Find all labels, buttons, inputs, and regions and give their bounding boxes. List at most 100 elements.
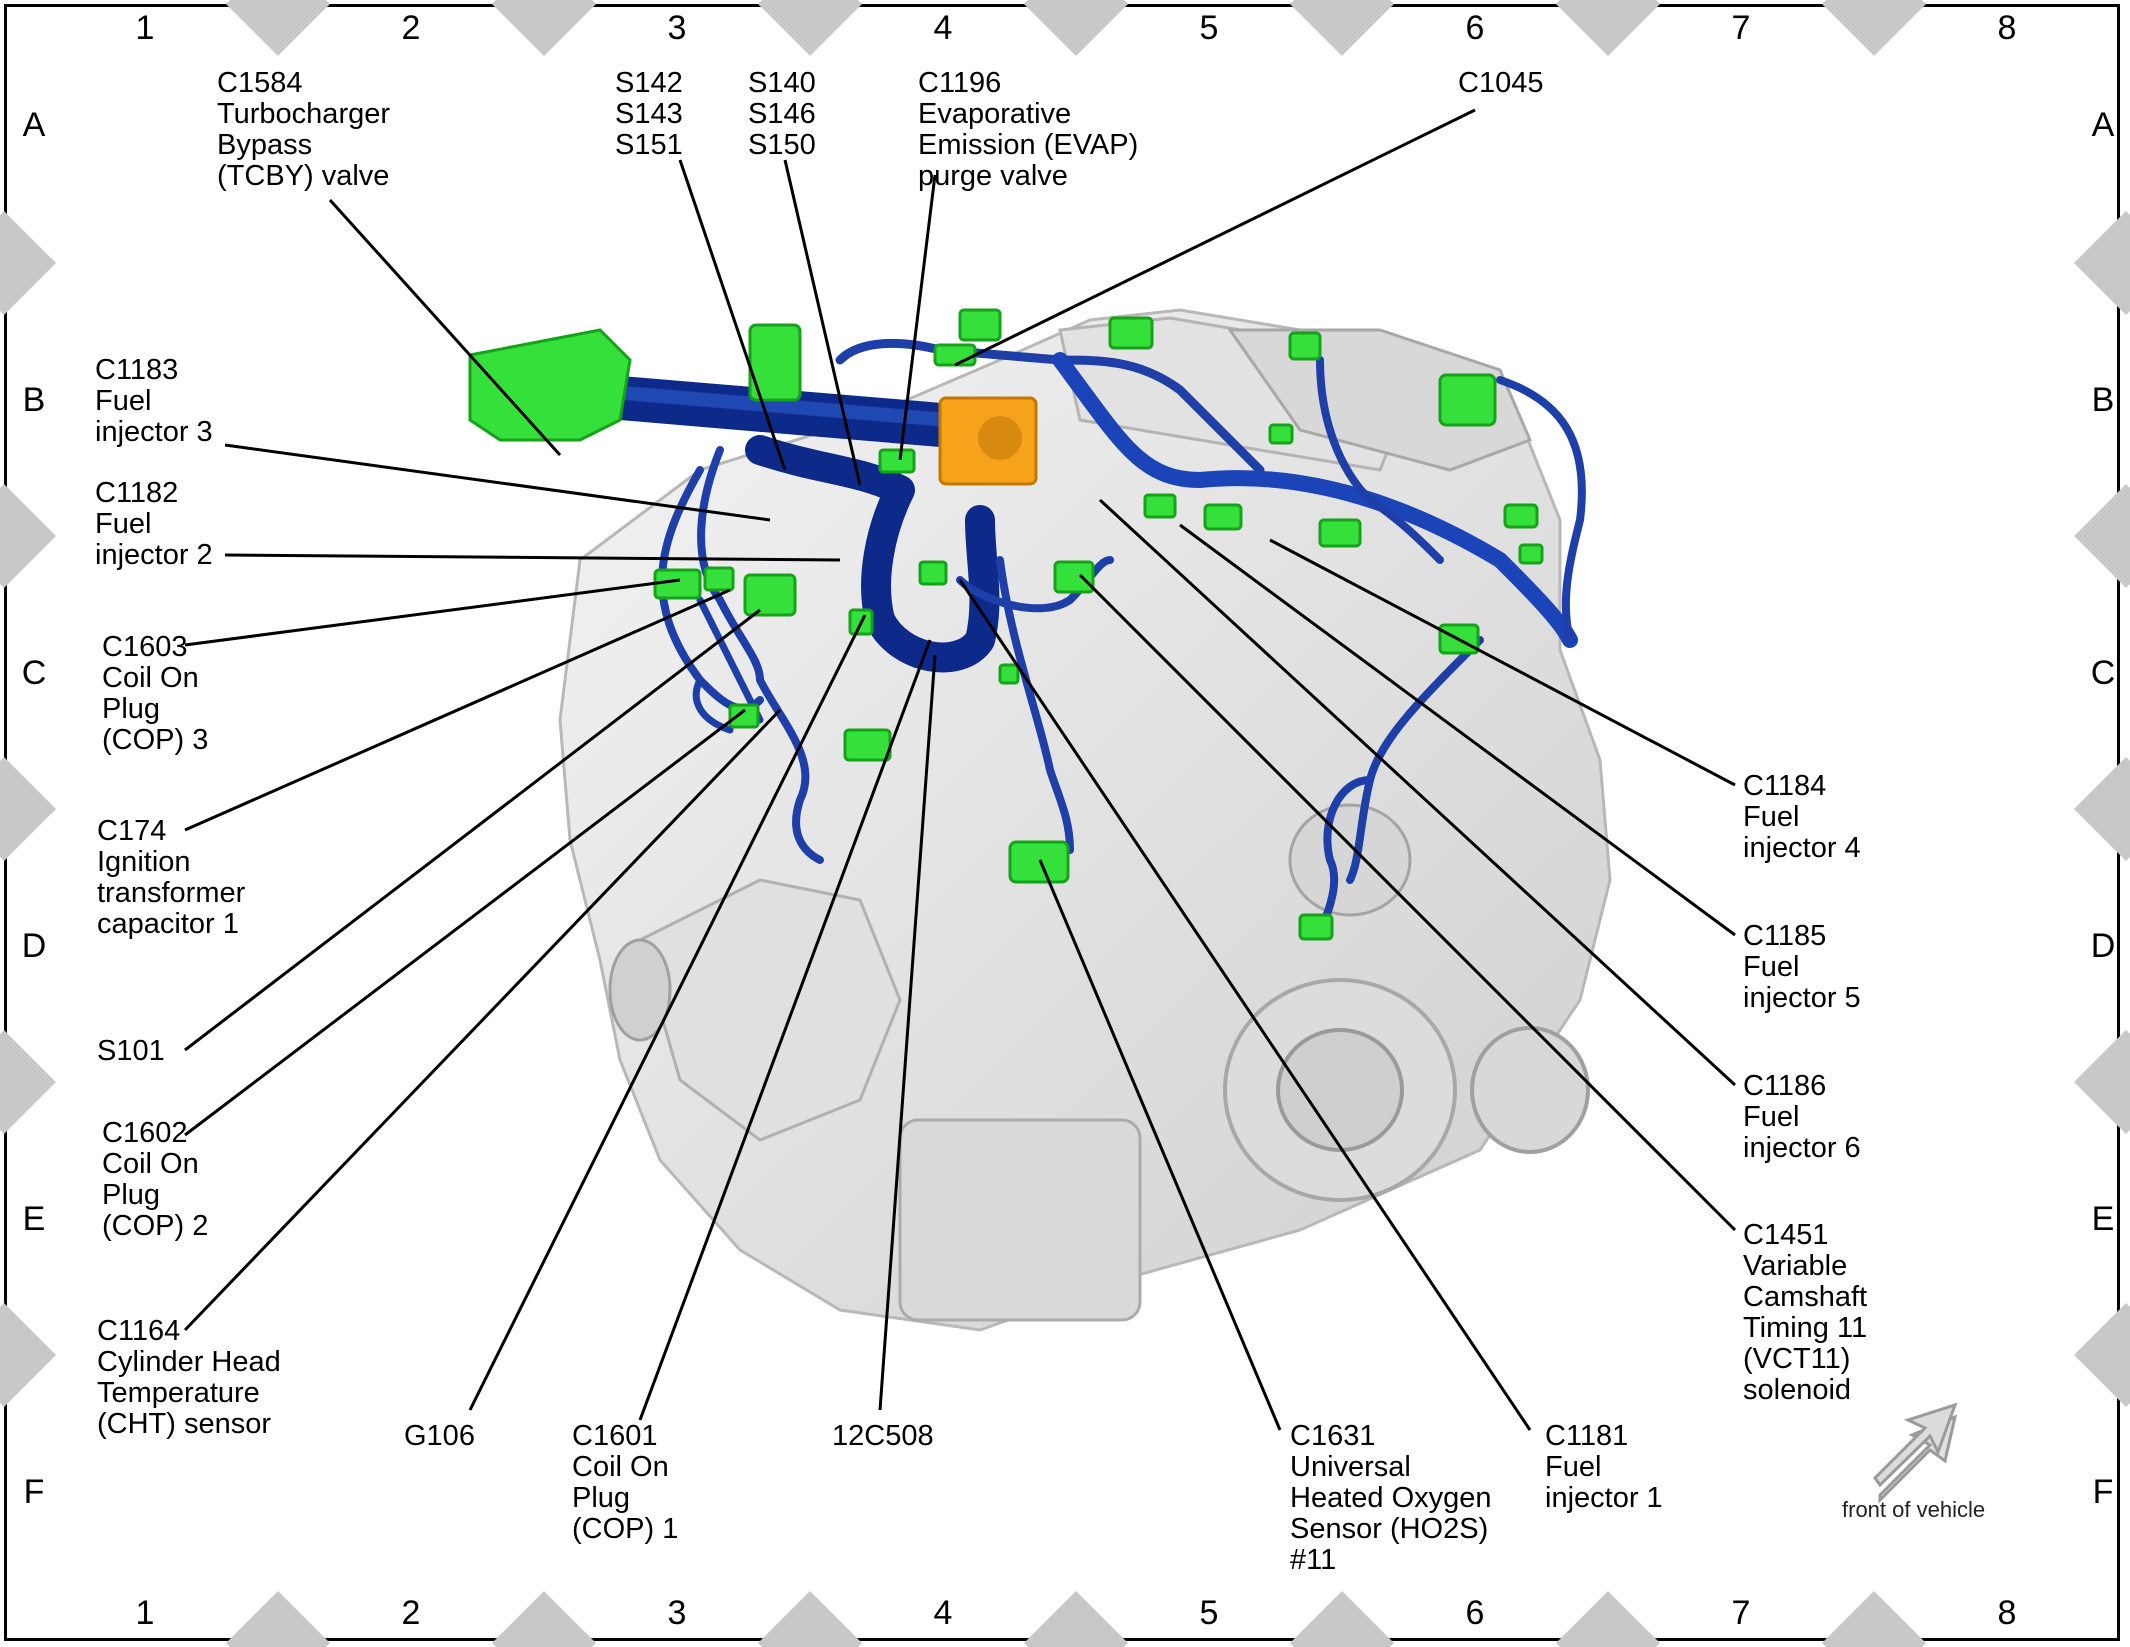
wiring-location-diagram: 1 1 2 2 3 3 4 4 5 5 6 6 7 7 8 8 A A B B C C D D E E F F C1584 Turboc… [0, 0, 2130, 1647]
callout-c1601: C1601 Coil On Plug (COP) 1 [572, 1421, 678, 1545]
callout-line: Fuel [1743, 951, 1800, 983]
callout-line: Coil On [102, 662, 199, 694]
callout-line: injector 2 [95, 539, 213, 571]
callout-line: (COP) 3 [102, 724, 209, 756]
grid-row-label-left: D [21, 927, 47, 965]
callout-line: Fuel [1545, 1451, 1602, 1483]
callout-line: S150 [748, 129, 816, 161]
grid-column-label-top: 8 [1997, 9, 2017, 47]
callout-line: S142 [615, 67, 683, 99]
callout-line: Plug [102, 693, 161, 725]
callout-c1602: C1602 Coil On Plug (COP) 2 [102, 1118, 208, 1242]
callout-line: C1196 [918, 67, 1002, 99]
grid-marker [0, 757, 56, 861]
grid-marker [2074, 757, 2130, 861]
callout-line: C1181 [1545, 1420, 1629, 1452]
front-of-vehicle-arrow-icon [1873, 1402, 1958, 1504]
grid-marker [1024, 0, 1128, 56]
grid-column-label-top: 3 [667, 9, 687, 47]
callout-line: purge valve [918, 160, 1068, 192]
callout-line: Variable [1743, 1250, 1848, 1282]
callout-line: C1584 [217, 67, 303, 99]
grid-marker [0, 484, 56, 588]
callout-c1181: C1181 Fuel injector 1 [1545, 1421, 1663, 1514]
grid-marker [2074, 211, 2130, 315]
callout-c1451: C1451 Variable Camshaft Timing 11 (VCT11) sol… [1743, 1220, 1867, 1406]
callout-line: S101 [97, 1035, 165, 1067]
callout-line: injector 1 [1545, 1482, 1663, 1514]
callout-line: G106 [404, 1420, 475, 1452]
front-of-vehicle-label: front of vehicle [1842, 1497, 1986, 1522]
callout-line: Camshaft [1743, 1281, 1868, 1313]
grid-marker [2074, 1030, 2130, 1134]
callout-line: 12C508 [832, 1420, 934, 1452]
grid-column-label-bottom: 5 [1199, 1594, 1219, 1632]
callout-line: S146 [748, 98, 816, 130]
callout-line: Fuel [95, 508, 152, 540]
callout-line: (TCBY) valve [217, 160, 390, 192]
callout-line: Ignition [97, 846, 191, 878]
callout-s101: S101 [97, 1036, 165, 1067]
callout-line: C1184 [1743, 770, 1827, 802]
callout-line: Turbocharger [217, 98, 391, 130]
grid-marker [1822, 1591, 1926, 1647]
callout-line: injector 4 [1743, 832, 1861, 864]
callout-line: #11 [1290, 1544, 1337, 1576]
callout-line: injector 3 [95, 416, 213, 448]
callout-line: transformer [97, 877, 246, 909]
callout-line: Plug [572, 1482, 631, 1514]
grid-marker [492, 1591, 596, 1647]
callout-line: Coil On [102, 1148, 199, 1180]
callout-line: C1186 [1743, 1070, 1827, 1102]
grid-row-label-left: F [23, 1473, 45, 1511]
callout-line: C1451 [1743, 1219, 1829, 1251]
grid-marker [226, 1591, 330, 1647]
callout-12c508: 12C508 [832, 1421, 934, 1452]
grid-row-label-right: C [2090, 654, 2116, 692]
callout-line: Temperature [97, 1377, 260, 1409]
grid-marker [0, 1030, 56, 1134]
grid-row-label-right: E [2091, 1200, 2115, 1238]
grid-column-label-top: 2 [401, 9, 421, 47]
grid-marker [1290, 1591, 1394, 1647]
grid-column-label-top: 7 [1731, 9, 1751, 47]
grid-column-label-bottom: 4 [933, 1594, 953, 1632]
callout-line: C1601 [572, 1420, 658, 1452]
grid-marker [2074, 484, 2130, 588]
grid-row-label-left: A [22, 106, 46, 144]
callout-line: injector 6 [1743, 1132, 1861, 1164]
callout-line: C174 [97, 815, 167, 847]
grid-marker [758, 0, 862, 56]
callout-line: (COP) 1 [572, 1513, 679, 1545]
grid-row-label-left: E [22, 1200, 46, 1238]
callout-line: C1182 [95, 477, 179, 509]
callout-line: Heated Oxygen [1290, 1482, 1492, 1514]
callout-c1183: C1183 Fuel injector 3 [95, 355, 213, 448]
callout-line: C1183 [95, 354, 179, 386]
callout-line: C1185 [1743, 920, 1827, 952]
grid-marker [0, 211, 56, 315]
callout-c1631: C1631 Universal Heated Oxygen Sensor (HO2S)… [1290, 1421, 1492, 1576]
grid-column-label-bottom: 8 [1997, 1594, 2017, 1632]
grid-marker [1556, 1591, 1660, 1647]
callout-line: Cylinder Head [97, 1346, 281, 1378]
callout-c1182: C1182 Fuel injector 2 [95, 478, 213, 571]
callout-c1603: C1603 Coil On Plug (COP) 3 [102, 632, 208, 756]
grid-marker [1290, 0, 1394, 56]
callout-line: Bypass [217, 129, 313, 161]
callout-line: capacitor 1 [97, 908, 239, 940]
grid-column-label-bottom: 6 [1465, 1594, 1485, 1632]
grid-column-label-top: 1 [135, 9, 155, 47]
grid-row-label-right: B [2091, 381, 2115, 419]
grid-column-label-top: 6 [1465, 9, 1485, 47]
callout-c1164: C1164 Cylinder Head Temperature (CHT) senso… [97, 1316, 281, 1440]
callout-line: Evaporative [918, 98, 1072, 130]
callout-line: injector 5 [1743, 982, 1861, 1014]
callout-c1185: C1185 Fuel injector 5 [1743, 921, 1861, 1014]
callout-g106: G106 [404, 1421, 475, 1452]
callout-c1045: C1045 [1458, 68, 1543, 99]
grid-column-label-top: 4 [933, 9, 953, 47]
callout-line: Fuel [1743, 1101, 1800, 1133]
callout-line: S143 [615, 98, 683, 130]
grid-marker [2074, 1303, 2130, 1407]
